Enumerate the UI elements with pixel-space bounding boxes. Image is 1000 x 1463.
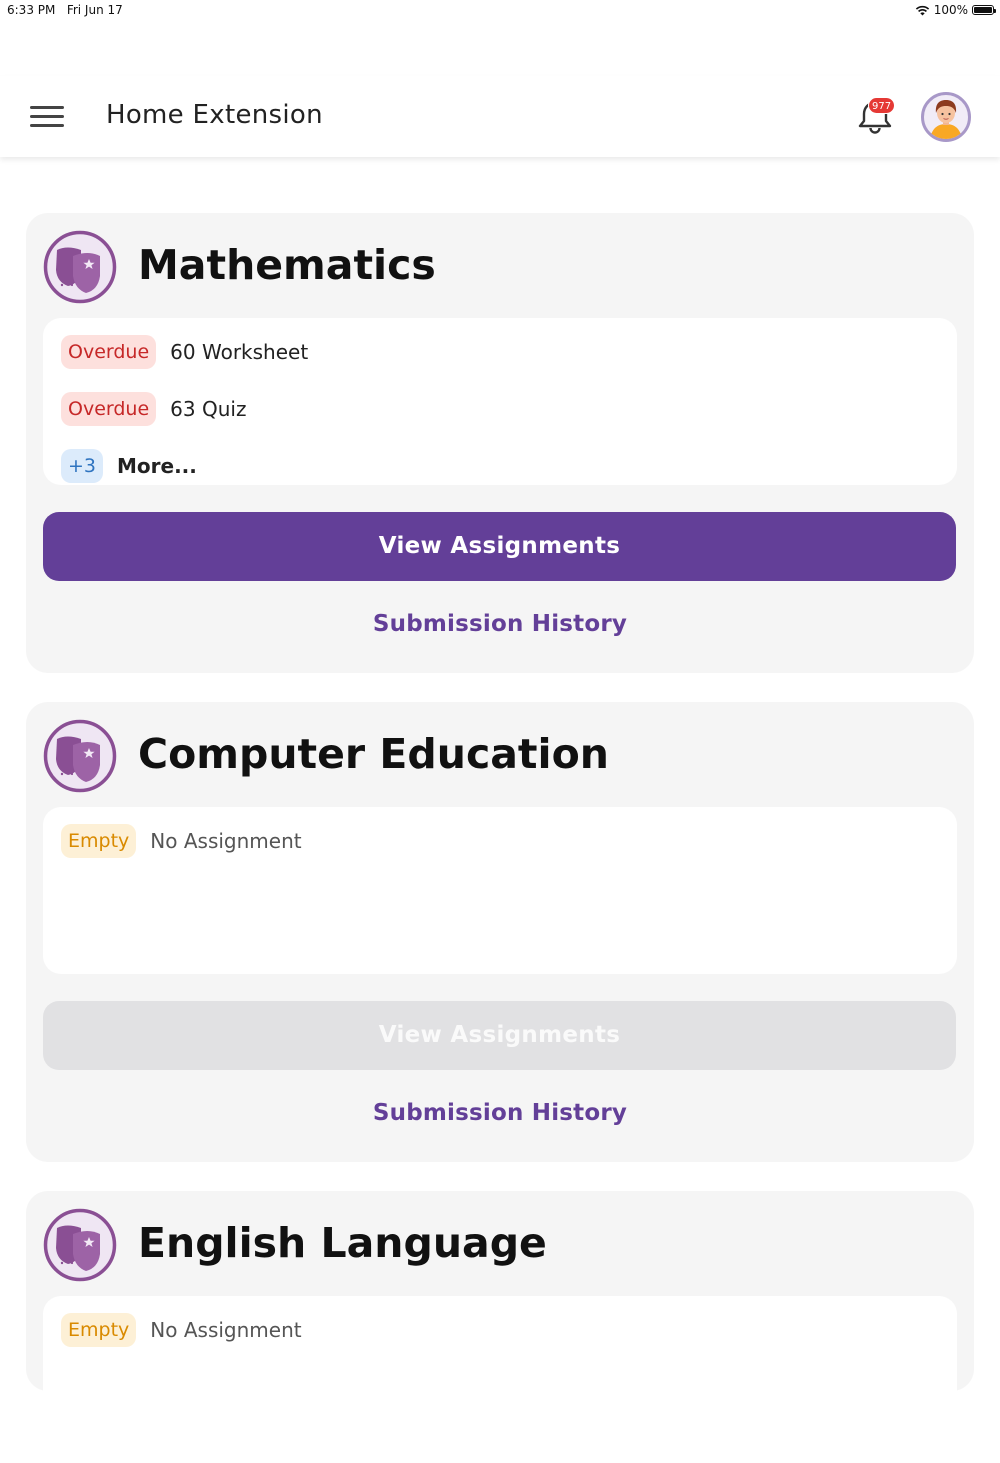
wifi-icon [915, 5, 929, 15]
assignment-label: No Assignment [150, 829, 302, 853]
assignment-list: Empty No Assignment [43, 1296, 957, 1463]
assignment-row: Empty No Assignment [61, 824, 302, 858]
subject-title: Computer Education [138, 730, 609, 778]
assignment-list: Empty No Assignment [43, 807, 957, 974]
assignment-row[interactable]: Overdue 63 Quiz [61, 392, 246, 426]
battery-icon [972, 5, 996, 15]
subject-card-english-language: English Language Empty No Assignment [26, 1191, 974, 1463]
app-bar: Home Extension 977 [0, 76, 1000, 157]
subject-card-computer-education: Computer Education Empty No Assignment V… [26, 702, 974, 1162]
status-right: 100% [915, 3, 996, 17]
user-avatar[interactable] [921, 92, 971, 142]
theater-masks-icon [43, 719, 117, 793]
subject-title: Mathematics [138, 241, 436, 289]
student-avatar-icon [930, 100, 962, 139]
assignment-label: 63 Quiz [170, 397, 247, 421]
notification-bell-icon[interactable]: 977 [855, 96, 896, 136]
submission-history-link[interactable]: Submission History [26, 1100, 974, 1126]
assignment-label: 60 Worksheet [170, 340, 309, 364]
more-assignments-row[interactable]: +3 More... [61, 449, 197, 483]
status-time: 6:33 PM Fri Jun 17 [7, 3, 123, 17]
theater-masks-icon [43, 230, 117, 304]
more-count-badge: +3 [61, 449, 104, 483]
subject-title: English Language [138, 1219, 547, 1267]
status-badge-empty: Empty [61, 824, 137, 858]
assignment-row: Empty No Assignment [61, 1313, 302, 1347]
view-assignments-button[interactable]: View Assignments [43, 512, 956, 581]
submission-history-link[interactable]: Submission History [26, 611, 974, 637]
status-badge-overdue: Overdue [61, 335, 157, 369]
notification-count-badge: 977 [868, 97, 896, 114]
hamburger-menu-icon[interactable] [30, 106, 64, 127]
assignment-row[interactable]: Overdue 60 Worksheet [61, 335, 308, 369]
assignment-list: Overdue 60 Worksheet Overdue 63 Quiz +3 … [43, 318, 957, 485]
status-badge-overdue: Overdue [61, 392, 157, 426]
view-assignments-button-disabled: View Assignments [43, 1001, 956, 1070]
theater-masks-icon [43, 1208, 117, 1282]
assignment-label: No Assignment [150, 1318, 302, 1342]
more-label: More... [117, 454, 197, 478]
status-bar: 6:33 PM Fri Jun 17 100% [0, 0, 1000, 22]
subject-card-mathematics: Mathematics Overdue 60 Worksheet Overdue… [26, 213, 974, 673]
battery-percent: 100% [933, 3, 968, 17]
status-badge-empty: Empty [61, 1313, 137, 1347]
page-title: Home Extension [106, 100, 323, 130]
